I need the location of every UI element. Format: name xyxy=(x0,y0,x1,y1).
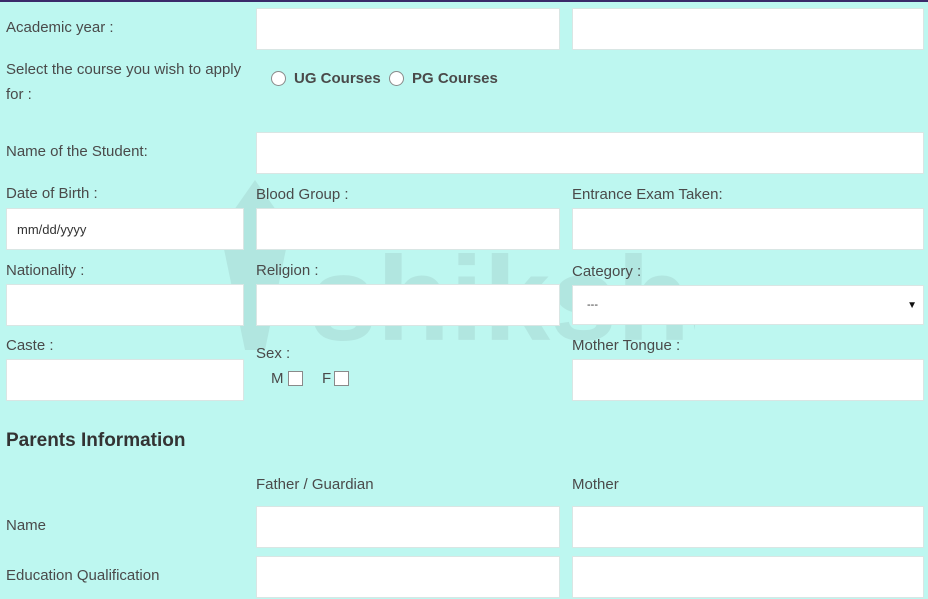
caste-input[interactable] xyxy=(6,359,244,401)
sex-f-checkbox[interactable] xyxy=(334,371,349,386)
parents-section-title: Parents Information xyxy=(6,430,186,451)
category-label: Category : xyxy=(572,263,642,280)
mother-tongue-input[interactable] xyxy=(572,359,924,401)
student-name-input[interactable] xyxy=(256,132,924,174)
education-qualification-label: Education Qualification xyxy=(6,567,160,584)
top-border xyxy=(0,0,928,2)
nationality-input[interactable] xyxy=(6,284,244,326)
pg-courses-label: PG Courses xyxy=(412,70,498,87)
academic-year-to-input[interactable] xyxy=(572,8,924,50)
blood-group-input[interactable] xyxy=(256,208,560,250)
sex-m-checkbox[interactable] xyxy=(288,371,303,386)
sex-m-label: M xyxy=(271,370,284,387)
course-label: Select the course you wish to apply for … xyxy=(6,61,242,103)
mother-header: Mother xyxy=(572,476,619,493)
mother-name-input[interactable] xyxy=(572,506,924,548)
ug-courses-radio[interactable]: UG Courses xyxy=(271,70,381,87)
dob-placeholder: mm/dd/yyyy xyxy=(17,221,87,237)
academic-year-from-input[interactable] xyxy=(256,8,560,50)
sex-f-label: F xyxy=(322,370,332,387)
sex-label: Sex : xyxy=(256,345,291,362)
dob-input[interactable]: mm/dd/yyyy xyxy=(6,208,244,250)
pg-courses-radio[interactable]: PG Courses xyxy=(389,70,498,87)
dob-label: Date of Birth : xyxy=(6,185,98,202)
father-name-input[interactable] xyxy=(256,506,560,548)
dropdown-arrow-icon[interactable]: ▼ xyxy=(907,300,917,311)
student-name-label: Name of the Student: xyxy=(6,143,148,160)
academic-year-label: Academic year : xyxy=(6,19,114,36)
caste-label: Caste : xyxy=(6,337,54,354)
mother-education-input[interactable] xyxy=(572,556,924,598)
father-guardian-header: Father / Guardian xyxy=(256,476,374,493)
category-select[interactable]: --- ▼ xyxy=(572,285,924,325)
mother-tongue-label: Mother Tongue : xyxy=(572,337,681,354)
category-selected-value: --- xyxy=(587,299,598,311)
blood-group-label: Blood Group : xyxy=(256,186,349,203)
entrance-exam-label: Entrance Exam Taken: xyxy=(572,186,723,203)
ug-courses-label: UG Courses xyxy=(294,70,381,87)
entrance-exam-input[interactable] xyxy=(572,208,924,250)
ug-radio-circle-icon[interactable] xyxy=(271,71,286,86)
religion-input[interactable] xyxy=(256,284,560,326)
parent-name-label: Name xyxy=(6,517,47,534)
nationality-label: Nationality : xyxy=(6,262,85,279)
religion-label: Religion : xyxy=(256,262,319,279)
pg-radio-circle-icon[interactable] xyxy=(389,71,404,86)
father-education-input[interactable] xyxy=(256,556,560,598)
